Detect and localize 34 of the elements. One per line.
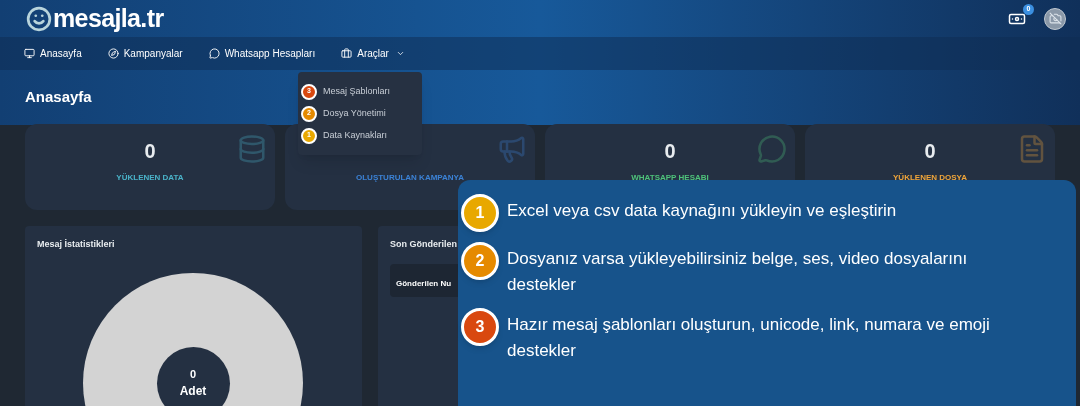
number-badge: 3 bbox=[461, 308, 499, 346]
compass-icon bbox=[107, 48, 119, 59]
donut-unit: Adet bbox=[179, 383, 207, 401]
database-icon bbox=[237, 134, 267, 164]
nav-link[interactable]: Whatsapp Hesapları bbox=[224, 46, 316, 61]
stat-value: 0 bbox=[664, 139, 676, 161]
callout-text: Hazır mesaj şablonları oluşturun, unicode, link, numara ve emoji destekler bbox=[507, 314, 991, 362]
camera-off-avatar-icon[interactable] bbox=[1044, 7, 1066, 30]
number-badge: 1 bbox=[461, 194, 499, 232]
stat-value: 0 bbox=[144, 139, 156, 161]
callout-text: Excel veya csv data kaynağını yükleyin ve eşleştirin bbox=[507, 200, 898, 222]
stat-label: OLUŞTURULAN KAMPANYA bbox=[356, 172, 464, 184]
chat-bubble-icon bbox=[208, 48, 220, 59]
callout-text: Dosyanız varsa yükleyebilirsiniz belge, ses, video dosyalarını destekler bbox=[507, 248, 969, 296]
briefcase-icon bbox=[341, 48, 353, 59]
megaphone-icon bbox=[497, 134, 527, 164]
panel-title: Mesaj İstatistikleri bbox=[37, 238, 115, 251]
monitor-icon bbox=[24, 48, 35, 59]
panel-title: Son Gönderilen bbox=[390, 238, 457, 251]
donut-value: 0 bbox=[189, 366, 197, 382]
nav-link[interactable]: Anasayfa bbox=[40, 46, 82, 61]
smiley-logo-icon bbox=[26, 5, 52, 32]
logo-text: mesajla.tr bbox=[53, 6, 164, 31]
page-title: Anasayfa bbox=[25, 87, 92, 107]
stat-value: 0 bbox=[924, 139, 936, 161]
chat-bubble-icon bbox=[757, 134, 787, 164]
stat-label: YÜKLENEN DOSYA bbox=[893, 172, 967, 184]
number-badge: 2 bbox=[461, 242, 499, 280]
chevron-down-icon[interactable] bbox=[395, 49, 405, 58]
column-header: Gönderilen Nu bbox=[396, 279, 452, 288]
stat-label: WHATSAPP HESABI bbox=[631, 172, 709, 184]
nav-link[interactable]: Kampanyalar bbox=[123, 46, 183, 61]
stat-label: YÜKLENEN DATA bbox=[116, 172, 184, 184]
nav-link[interactable]: Araçlar bbox=[357, 46, 389, 61]
